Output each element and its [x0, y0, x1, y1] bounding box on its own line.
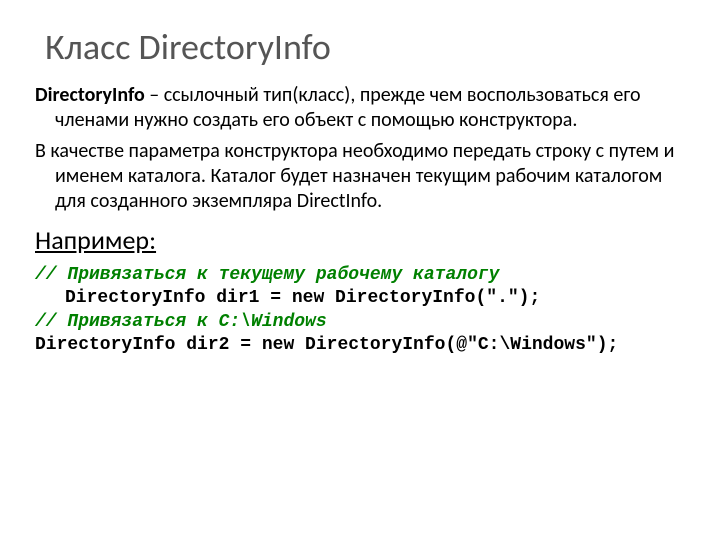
paragraph-2: В качестве параметра конструктора необхо… [35, 139, 685, 214]
term-directoryinfo: DirectoryInfo [35, 83, 145, 107]
code-line-1: DirectoryInfo dir1 = new DirectoryInfo("… [35, 287, 685, 310]
slide-title: Класс DirectoryInfo [45, 25, 685, 69]
code-comment-1: // Привязаться к текущему рабочему катал… [35, 264, 685, 287]
example-label: Например: [35, 224, 685, 256]
code-comment-2: // Привязаться к C:\Windows [35, 311, 685, 334]
code-block: // Привязаться к текущему рабочему катал… [35, 264, 685, 358]
code-line-2: DirectoryInfo dir2 = new DirectoryInfo(@… [35, 334, 685, 357]
paragraph-1: DirectoryInfo – ссылочный тип(класс), пр… [35, 83, 685, 133]
